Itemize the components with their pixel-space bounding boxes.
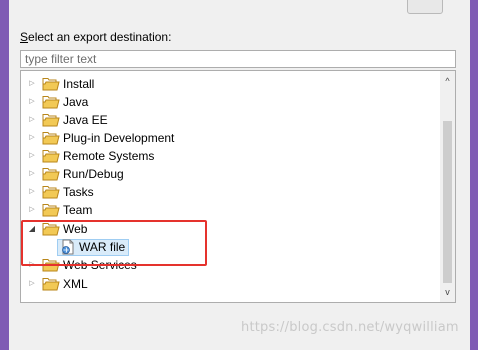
expand-arrow-icon[interactable]: ▷ xyxy=(27,111,37,129)
scroll-up-icon[interactable]: ^ xyxy=(440,73,455,89)
folder-icon xyxy=(42,168,60,181)
filter-input[interactable] xyxy=(20,50,456,68)
expand-arrow-icon[interactable]: ▷ xyxy=(27,275,37,293)
expand-arrow-icon[interactable]: ▷ xyxy=(27,93,37,111)
tree-item-web[interactable]: ◢ Web xyxy=(27,220,88,238)
destination-label: Select an export destination: xyxy=(20,30,172,44)
scrollbar-thumb[interactable] xyxy=(443,121,452,283)
tree-item-plugin-development[interactable]: ▷ Plug-in Development xyxy=(27,129,174,147)
tree-item-java-ee[interactable]: ▷ Java EE xyxy=(27,111,107,129)
folder-icon xyxy=(42,114,60,127)
top-button[interactable] xyxy=(407,0,443,14)
folder-icon xyxy=(42,259,60,272)
folder-icon xyxy=(42,278,60,291)
tree-item-remote-systems[interactable]: ▷ Remote Systems xyxy=(27,147,154,165)
tree-item-war-file[interactable]: WAR file xyxy=(57,238,130,256)
expand-arrow-icon[interactable]: ▷ xyxy=(27,256,37,274)
open-folder-icon xyxy=(42,223,60,236)
expand-arrow-icon[interactable]: ▷ xyxy=(27,183,37,201)
selected-item[interactable]: WAR file xyxy=(57,238,130,256)
destination-tree: ▷ Install ▷ Java ▷ Java EE ▷ Plug-in Dev… xyxy=(20,70,456,303)
folder-icon xyxy=(42,204,60,217)
export-dialog: Select an export destination: ▷ Install … xyxy=(9,0,470,350)
expand-arrow-icon[interactable]: ▷ xyxy=(27,201,37,219)
tree-item-install[interactable]: ▷ Install xyxy=(27,75,94,93)
tree-item-xml[interactable]: ▷ XML xyxy=(27,275,87,293)
expand-arrow-icon[interactable]: ▷ xyxy=(27,129,37,147)
war-file-icon xyxy=(62,239,74,255)
folder-icon xyxy=(42,150,60,163)
expand-arrow-icon[interactable]: ▷ xyxy=(27,165,37,183)
scroll-down-icon[interactable]: v xyxy=(440,284,455,300)
tree-item-team[interactable]: ▷ Team xyxy=(27,201,92,219)
expand-arrow-icon[interactable]: ▷ xyxy=(27,147,37,165)
tree-item-web-services[interactable]: ▷ Web Services xyxy=(27,256,137,274)
folder-icon xyxy=(42,186,60,199)
tree-item-tasks[interactable]: ▷ Tasks xyxy=(27,183,93,201)
expand-arrow-icon[interactable]: ▷ xyxy=(27,75,37,93)
tree-item-run-debug[interactable]: ▷ Run/Debug xyxy=(27,165,123,183)
folder-icon xyxy=(42,96,60,109)
collapse-arrow-icon[interactable]: ◢ xyxy=(27,220,37,238)
watermark: https://blog.csdn.net/wyqwilliam xyxy=(241,320,459,335)
folder-icon xyxy=(42,132,60,145)
folder-icon xyxy=(42,78,60,91)
tree-item-java[interactable]: ▷ Java xyxy=(27,93,88,111)
vertical-scrollbar[interactable]: ^ v xyxy=(440,71,455,302)
